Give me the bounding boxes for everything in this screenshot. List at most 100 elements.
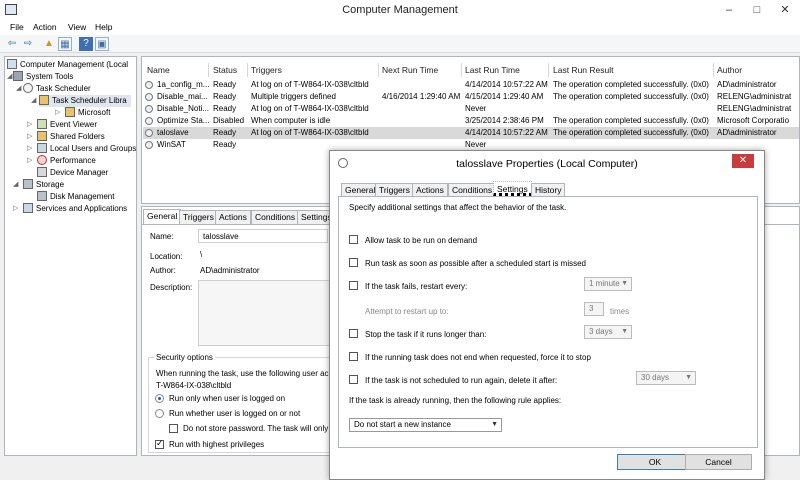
tree-item-event-viewer[interactable]: ▷ Event Viewer (27, 119, 97, 131)
table-row[interactable]: Optimize Sta... Disabled When computer i… (143, 115, 799, 127)
tab-conditions[interactable]: Conditions (448, 183, 497, 196)
show-hide-tree-icon[interactable]: ▦ (58, 37, 72, 51)
tree-item-shared-folders[interactable]: ▷ Shared Folders (27, 131, 105, 143)
expand-icon[interactable]: ▷ (55, 107, 63, 119)
table-row[interactable]: Disable_Noti... Ready At log on of T-W86… (143, 103, 799, 115)
expand-icon[interactable]: ▷ (27, 119, 35, 131)
minimize-button[interactable]: – (716, 0, 742, 20)
run-logged-on-radio[interactable] (155, 394, 164, 403)
location-value: \ (200, 250, 203, 259)
services-icon (23, 203, 33, 213)
expand-icon[interactable]: ▷ (27, 131, 35, 143)
tree-item-performance[interactable]: ▷ Performance (27, 155, 96, 167)
up-folder-icon[interactable]: ▲ (42, 37, 56, 51)
attempt-count-field[interactable]: 3 (584, 302, 604, 316)
tab-general[interactable]: General (341, 183, 380, 196)
dialog-title: talosslave Properties (Local Computer) (456, 158, 638, 170)
collapse-icon[interactable]: ◢ (7, 71, 15, 83)
description-field[interactable] (198, 280, 332, 346)
column-header-name[interactable]: Name (147, 65, 170, 75)
name-field[interactable]: talosslave (198, 229, 328, 243)
tree-item-services-applications[interactable]: ▷ Services and Applications (13, 203, 127, 215)
dialog-close-button[interactable]: ✕ (732, 154, 754, 168)
storage-icon (23, 179, 33, 189)
do-not-store-checkbox[interactable] (169, 424, 178, 433)
tab-history[interactable]: History (531, 183, 566, 196)
column-header-status[interactable]: Status (213, 65, 237, 75)
restart-interval-dropdown[interactable]: 1 minute ▼ (584, 277, 632, 291)
running-rule-dropdown[interactable]: Do not start a new instance ▼ (349, 418, 502, 432)
stop-duration-dropdown[interactable]: 3 days ▼ (584, 325, 632, 339)
help-icon[interactable]: ? (79, 37, 93, 51)
expand-icon[interactable]: ▷ (13, 203, 21, 215)
tab-general[interactable]: General (143, 209, 182, 224)
expand-icon[interactable]: ▷ (27, 155, 35, 167)
run-whether-radio[interactable] (155, 409, 164, 418)
ok-button[interactable]: OK (617, 454, 693, 470)
forward-arrow-icon[interactable]: ⇨ (21, 37, 35, 51)
delete-after-dropdown[interactable]: 30 days ▼ (636, 371, 696, 385)
tab-actions[interactable]: Actions (215, 210, 251, 224)
collapse-icon[interactable]: ◢ (13, 179, 21, 191)
back-arrow-icon[interactable]: ⇦ (5, 37, 19, 51)
tree-item-task-scheduler[interactable]: ◢ Task Scheduler (16, 83, 91, 95)
window-title: Computer Management (342, 4, 458, 16)
collapse-icon[interactable]: ◢ (16, 83, 24, 95)
table-row-selected[interactable]: taloslave Ready At log on of T-W864-IX-0… (143, 127, 799, 139)
collapse-icon[interactable]: ◢ (31, 95, 39, 107)
column-header-author[interactable]: Author (717, 65, 742, 75)
navigation-tree: Computer Management (Local ◢ System Tools… (4, 56, 137, 456)
tab-conditions[interactable]: Conditions (251, 210, 300, 224)
expand-icon[interactable]: ▷ (27, 143, 35, 155)
tree-item-system-tools[interactable]: ◢ System Tools (7, 71, 73, 83)
column-header-triggers[interactable]: Triggers (251, 65, 282, 75)
properties-dialog: talosslave Properties (Local Computer) ✕… (329, 150, 765, 480)
table-row[interactable]: Disable_mai... Ready Multiple triggers d… (143, 91, 799, 103)
location-label: Location: (150, 252, 183, 261)
run-missed-label: Run task as soon as possible after a sch… (365, 259, 586, 268)
name-label: Name: (150, 232, 174, 241)
restart-on-fail-checkbox[interactable] (349, 281, 358, 290)
tree-item-task-scheduler-library[interactable]: ◢ Task Scheduler Libra (31, 95, 131, 107)
column-header-next-run[interactable]: Next Run Time (382, 65, 438, 75)
security-account: T-W864-IX-038\cltbld (156, 381, 232, 390)
run-whether-label: Run whether user is logged on or not (169, 409, 301, 418)
tree-item-disk-management[interactable]: Disk Management (37, 191, 114, 203)
delete-task-checkbox[interactable] (349, 375, 358, 384)
tree-item-local-users-groups[interactable]: ▷ Local Users and Groups (27, 143, 136, 155)
stop-if-long-checkbox[interactable] (349, 329, 358, 338)
tab-triggers[interactable]: Triggers (375, 183, 414, 196)
force-stop-checkbox[interactable] (349, 352, 358, 361)
chevron-down-icon: ▼ (685, 374, 692, 381)
cancel-button[interactable]: Cancel (685, 454, 752, 470)
maximize-button[interactable]: □ (744, 0, 770, 20)
tab-triggers[interactable]: Triggers (179, 210, 218, 224)
task-icon (145, 81, 153, 89)
column-header-last-run[interactable]: Last Run Time (465, 65, 520, 75)
task-icon (145, 93, 153, 101)
menu-view[interactable]: View (68, 22, 86, 32)
toolbar: ⇦ ⇨ ▲ ▦ ? ▣ (0, 35, 800, 53)
event-viewer-icon (37, 119, 47, 129)
menu-file[interactable]: File (10, 22, 24, 32)
tree-item-storage[interactable]: ◢ Storage (13, 179, 64, 191)
run-missed-checkbox[interactable] (349, 258, 358, 267)
table-row[interactable]: 1a_config_m... Ready At log on of T-W864… (143, 79, 799, 91)
highest-privileges-checkbox[interactable] (155, 438, 164, 449)
tree-item-device-manager[interactable]: Device Manager (37, 167, 108, 179)
tab-actions[interactable]: Actions (412, 183, 448, 196)
author-label: Author: (150, 266, 176, 275)
tree-item-computer-management[interactable]: Computer Management (Local (7, 59, 128, 71)
column-header-last-result[interactable]: Last Run Result (553, 65, 613, 75)
close-button[interactable]: ✕ (772, 0, 798, 20)
computer-icon (7, 59, 17, 69)
tab-settings[interactable]: Settings (493, 181, 532, 196)
users-icon (37, 143, 47, 153)
console-view-icon[interactable]: ▣ (95, 37, 109, 51)
allow-on-demand-checkbox[interactable] (349, 235, 358, 244)
menu-help[interactable]: Help (95, 22, 112, 32)
folder-icon (65, 107, 75, 117)
menu-action[interactable]: Action (33, 22, 57, 32)
tree-item-microsoft[interactable]: ▷ Microsoft (55, 107, 110, 119)
chevron-down-icon: ▼ (621, 280, 628, 287)
